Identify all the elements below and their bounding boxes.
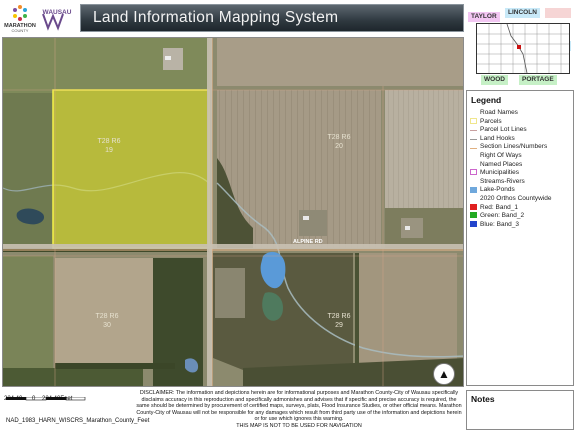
legend-swatch — [470, 145, 477, 149]
map-view[interactable]: ALPINE RD T28 R6 19 T28 R6 20 T28 R6 30 … — [2, 37, 464, 387]
legend-item-label: Streams-Rivers — [480, 177, 525, 185]
legend-swatch — [470, 178, 477, 184]
legend-swatch — [470, 152, 477, 158]
legend-swatch — [470, 195, 477, 201]
legend-swatch — [470, 136, 477, 141]
selected-parcel[interactable] — [52, 89, 210, 249]
legend-swatch — [470, 161, 477, 167]
legend-item: Blue: Band_3 — [470, 221, 519, 229]
scale-left-label: 224.40 — [4, 396, 23, 402]
legend-item-label: Section Lines/Numbers — [480, 143, 548, 151]
title-bar: Land Information Mapping System — [80, 4, 464, 32]
page-title: Land Information Mapping System — [93, 9, 339, 26]
legend-item: Municipalities — [470, 169, 519, 177]
svg-text:T28 R6: T28 R6 — [328, 313, 351, 320]
legend-item: Red: Band_1 — [470, 204, 518, 212]
legend-item-label: Named Places — [480, 160, 523, 168]
wausau-logo: WAUSAU — [40, 4, 74, 32]
legend-item: Road Names — [470, 109, 518, 117]
scale-right-label: 224.40Feet — [42, 396, 73, 402]
navigation-warning: THIS MAP IS NOT TO BE USED FOR NAVIGATIO… — [236, 422, 362, 429]
north-south-road — [207, 38, 212, 386]
legend-swatch — [470, 127, 477, 132]
locator-position-marker — [517, 45, 521, 49]
legend-swatch — [470, 117, 477, 124]
disclaimer-text: DISCLAIMER: The information and depictio… — [136, 390, 462, 430]
scale-zero-label: 0 — [32, 396, 36, 402]
legend-item-label: Road Names — [480, 109, 518, 116]
locator-marathon-county — [476, 23, 570, 74]
aerial-imagery: ALPINE RD T28 R6 19 T28 R6 20 T28 R6 30 … — [3, 38, 463, 386]
north-arrow-icon: ▲ — [433, 363, 455, 385]
disclaimer-body: DISCLAIMER: The information and depictio… — [136, 390, 462, 423]
legend-item: Section Lines/Numbers — [470, 143, 547, 151]
legend-swatch — [470, 212, 477, 219]
legend-item-label: 2020 Orthos Countywide — [480, 195, 552, 202]
legend-item: Green: Band_2 — [470, 212, 524, 220]
alpine-road — [3, 244, 463, 249]
svg-text:T28 R6: T28 R6 — [98, 138, 121, 145]
legend-item: Named Places — [470, 161, 522, 169]
svg-text:19: 19 — [105, 147, 113, 154]
legend-item: Right Of Ways — [470, 152, 522, 160]
legend-item-label: Red: Band_1 — [480, 203, 518, 211]
legend-swatch — [470, 221, 477, 228]
svg-text:20: 20 — [335, 143, 343, 150]
legend-item-label: Right Of Ways — [480, 152, 522, 159]
locator-county-ne — [545, 8, 571, 18]
legend-item: Land Hooks — [470, 135, 515, 143]
notes-title: Notes — [471, 394, 495, 404]
legend-item: Streams-Rivers — [470, 178, 525, 186]
road-label-alpine: ALPINE RD — [293, 239, 323, 245]
legend-swatch — [470, 203, 477, 210]
legend-item: Parcels — [470, 118, 502, 126]
legend-item-label: Municipalities — [480, 169, 520, 177]
legend-title: Legend — [471, 95, 502, 105]
svg-text:29: 29 — [335, 322, 343, 329]
marathon-county-logo: MARATHON COUNTY — [4, 3, 36, 33]
legend-item-label: Green: Band_2 — [480, 212, 525, 220]
legend-item-label: Parcel Lot Lines — [480, 126, 527, 134]
legend-item-label: Blue: Band_3 — [480, 220, 520, 228]
svg-text:COUNTY: COUNTY — [12, 28, 29, 33]
legend-item-label: Parcels — [480, 117, 502, 125]
legend-panel: Legend Road Names Parcels Parcel Lot Lines… — [466, 90, 574, 386]
legend-item-label: Land Hooks — [480, 134, 515, 142]
legend-item: Parcel Lot Lines — [470, 126, 527, 134]
locator-map: TAYLOR LINCOLN WOOD PORTAGE — [467, 3, 574, 88]
legend-item-label: Lake-Ponds — [480, 186, 515, 194]
locator-label-lincoln: LINCOLN — [505, 8, 540, 18]
locator-label-portage: PORTAGE — [519, 75, 557, 85]
legend-swatch — [470, 186, 477, 193]
notes-panel: Notes — [466, 390, 574, 430]
locator-label-taylor: TAYLOR — [468, 12, 500, 22]
header: MARATHON COUNTY WAUSAU Land Information … — [0, 0, 466, 36]
projection-text: NAD_1983_HARN_WISCRS_Marathon_County_Fee… — [6, 418, 150, 424]
svg-text:T28 R6: T28 R6 — [328, 134, 351, 141]
locator-label-wood: WOOD — [481, 75, 508, 85]
legend-swatch — [470, 109, 477, 115]
svg-text:T28 R6: T28 R6 — [96, 313, 119, 320]
legend-swatch — [470, 169, 477, 176]
legend-item: Lake-Ponds — [470, 186, 515, 194]
legend-item: 2020 Orthos Countywide — [470, 195, 552, 203]
svg-text:WAUSAU: WAUSAU — [43, 9, 72, 16]
svg-text:30: 30 — [103, 322, 111, 329]
